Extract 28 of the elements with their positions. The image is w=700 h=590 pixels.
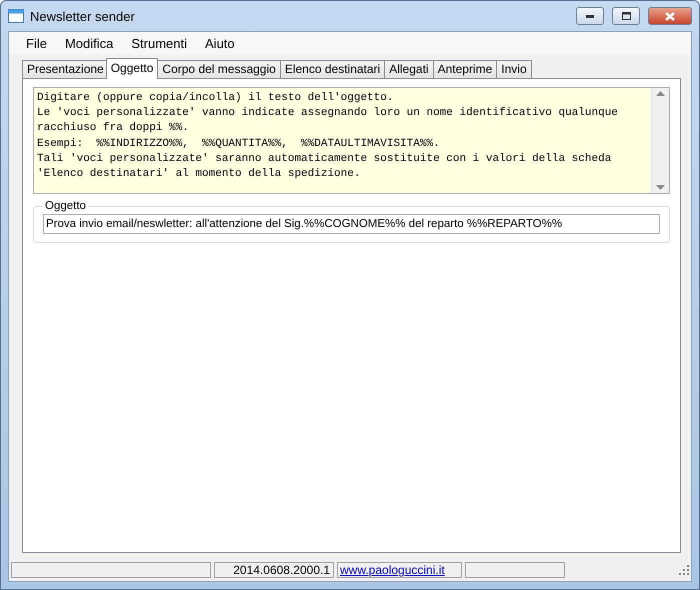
tab[interactable]: Invio (496, 60, 532, 79)
group-label: Oggetto (44, 200, 87, 212)
close-button[interactable] (648, 7, 692, 25)
tab[interactable]: Anteprime (432, 60, 498, 79)
scroll-up-icon[interactable] (656, 90, 665, 96)
close-icon (665, 12, 675, 20)
version-text: 2014.0608.2000.1 (233, 563, 330, 577)
minimize-icon (586, 14, 594, 18)
maximize-icon (622, 12, 630, 20)
tab[interactable]: Elenco destinatari (280, 60, 386, 79)
menu-item[interactable]: File (17, 36, 56, 50)
maximize-button[interactable] (612, 7, 640, 25)
app-icon (8, 9, 24, 23)
tab[interactable]: Oggetto (106, 58, 158, 79)
minimize-button[interactable] (576, 7, 604, 25)
scrollbar[interactable] (651, 88, 669, 193)
scroll-down-icon[interactable] (656, 185, 665, 191)
menu-item[interactable]: Aiuto (196, 36, 244, 50)
menu-item[interactable]: Modifica (56, 36, 122, 50)
tab[interactable]: Allegati (384, 60, 434, 79)
instructions-text: Digitare (oppure copia/incolla) il testo dell'oggetto. Le 'voci personalizzate' vanno indicate assegnando loro un nome identificativo qualunque racchiuso fra doppi %%. Esempi: %%INDIRIZZO%%, %%QUANTITA%%, %%DATAULTIMAVISITA%%. Tali 'voci personalizzate' saranno automaticamente sostituite con i valori della scheda 'Elenco destinatari' al momento della spedizione. (36, 91, 619, 182)
menu-item[interactable]: Strumenti (122, 36, 196, 50)
tab[interactable]: Corpo del messaggio (157, 60, 281, 79)
resize-grip-icon[interactable] (679, 565, 689, 575)
window-title: Newsletter sender (30, 8, 136, 24)
tab[interactable]: Presentazione (22, 60, 109, 79)
subject-field[interactable]: Prova invio email/neswletter: all'attenzione del Sig.%%COGNOME%% del reparto %%REPARTO%% (43, 214, 660, 234)
website-link[interactable]: www.paologuccini.it (340, 563, 445, 577)
